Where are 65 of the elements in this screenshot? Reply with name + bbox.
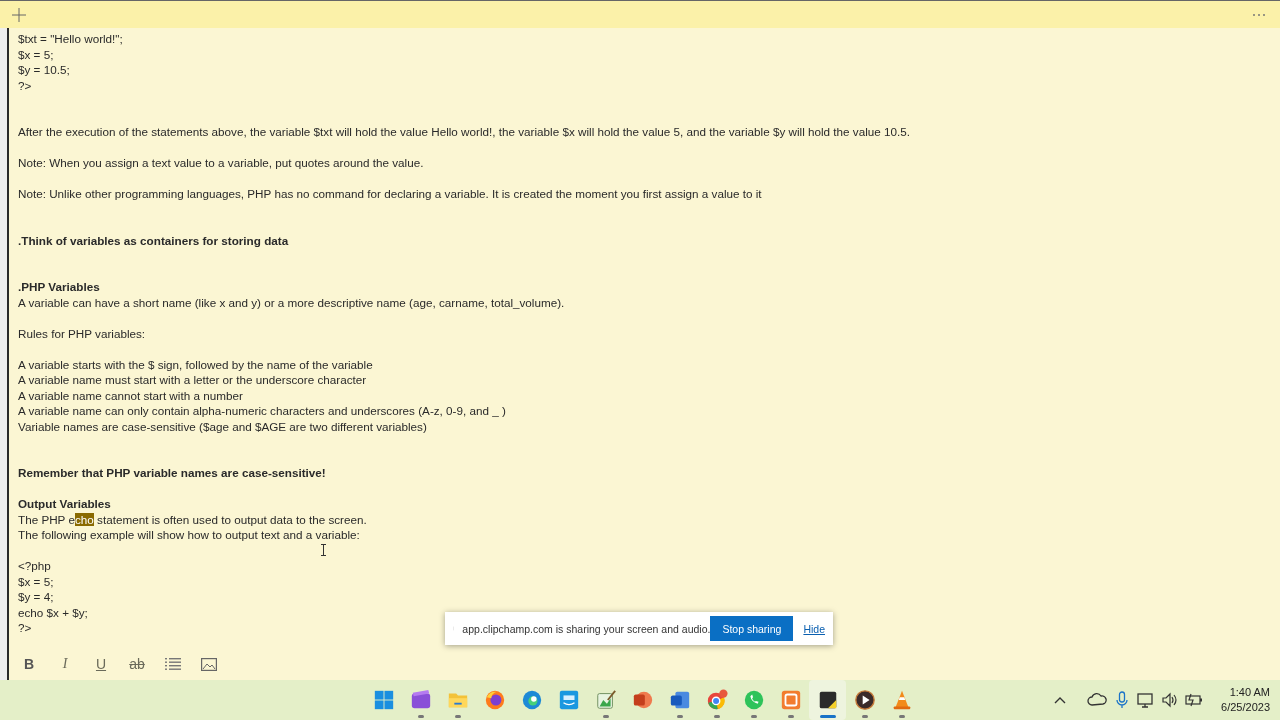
note-text: The following example will show how to output text and a variable: <box>18 528 360 541</box>
note-text: <?php <box>18 559 51 572</box>
note-text: A variable name can only contain alpha-numeric characters and underscores (A-z, 0-9, and _ ) <box>18 404 506 417</box>
note-text: $y = 10.5; <box>18 63 70 76</box>
note-text: Note: When you assign a text value to a variable, put quotes around the value. <box>18 156 424 169</box>
note-text: $txt = "Hello world!"; <box>18 32 123 45</box>
battery-icon[interactable] <box>1185 693 1204 707</box>
stop-sharing-button[interactable]: Stop sharing <box>710 616 794 641</box>
more-icon[interactable] <box>1252 12 1266 17</box>
note-text: A variable name cannot start with a number <box>18 388 243 402</box>
running-indicator <box>787 715 794 718</box>
network-icon[interactable] <box>1137 691 1156 709</box>
running-indicator <box>750 715 757 718</box>
presentation-icon <box>631 689 654 711</box>
video-app-icon <box>557 689 580 711</box>
note-text: $x = 5; <box>18 47 54 61</box>
clock-date: 6/25/2023 <box>1221 700 1270 715</box>
sharing-message: app.clipchamp.com is sharing your screen and audio. <box>462 622 711 635</box>
browser-icon <box>483 689 506 711</box>
server-icon <box>779 689 802 711</box>
italic-button[interactable]: I <box>51 651 79 677</box>
running-indicator <box>819 715 836 718</box>
note-heading: Output Variables <box>18 497 111 510</box>
note-text: ?> <box>18 621 32 634</box>
note-text: Note: Unlike other programming languages, PHP has no command for declaring a variable. It is created the moment you first assign a value to it <box>18 187 762 200</box>
browser-icon <box>520 689 543 711</box>
cloud-icon[interactable] <box>1087 692 1108 708</box>
note-text: $x = 5; <box>18 574 54 588</box>
list-icon <box>165 658 181 670</box>
note-heading: Remember that PHP variable names are case-sensitive! <box>18 466 326 479</box>
chevron-up-icon[interactable] <box>1053 695 1068 705</box>
taskbar-app[interactable] <box>809 680 846 720</box>
running-indicator <box>417 715 424 718</box>
clapperboard-icon <box>409 689 432 711</box>
note-text: echo $x + $y; <box>18 605 88 619</box>
document-icon <box>668 689 691 711</box>
running-indicator <box>676 715 683 718</box>
hide-link[interactable]: Hide <box>803 622 825 635</box>
text-cursor-icon <box>320 544 327 556</box>
note-text: A variable name must start with a letter or the underscore character <box>18 373 367 386</box>
running-indicator <box>602 715 609 718</box>
clock-time: 1:40 AM <box>1229 685 1270 700</box>
underline-button[interactable]: U <box>87 651 115 677</box>
speaker-icon[interactable] <box>1161 692 1180 708</box>
note-heading: .PHP Variables <box>18 280 100 293</box>
image-icon <box>201 657 217 671</box>
browser-icon <box>705 689 728 711</box>
strike-button[interactable]: ab <box>123 651 151 677</box>
note-heading: .Think of variables as containers for storing data <box>18 233 289 247</box>
running-indicator <box>713 715 720 718</box>
bold-button[interactable]: B <box>15 651 43 677</box>
running-indicator <box>898 715 905 718</box>
note-text: ?> <box>18 78 32 92</box>
play-icon <box>853 689 876 711</box>
paint-icon <box>594 689 617 711</box>
note-text: Rules for PHP variables: <box>18 326 146 340</box>
note-text: A variable can have a short name (like x and y) or a more descriptive name (age, carname, total_volume). <box>18 295 565 309</box>
note-text: A variable starts with the $ sign, followed by the name of the variable <box>18 357 373 371</box>
start-icon <box>372 689 395 711</box>
note-text: After the execution of the statements above, the variable $txt will hold the value Hello world!, the variable $x will hold the value 5, and the variable $y will hold the value 10.5. <box>18 125 911 138</box>
note-text: $y = 4; <box>18 590 54 603</box>
chat-icon <box>742 689 765 711</box>
running-indicator <box>454 715 461 718</box>
running-indicator <box>861 715 868 718</box>
note-text: Variable names are case-sensitive ($age and $AGE are two different variables) <box>18 419 427 433</box>
